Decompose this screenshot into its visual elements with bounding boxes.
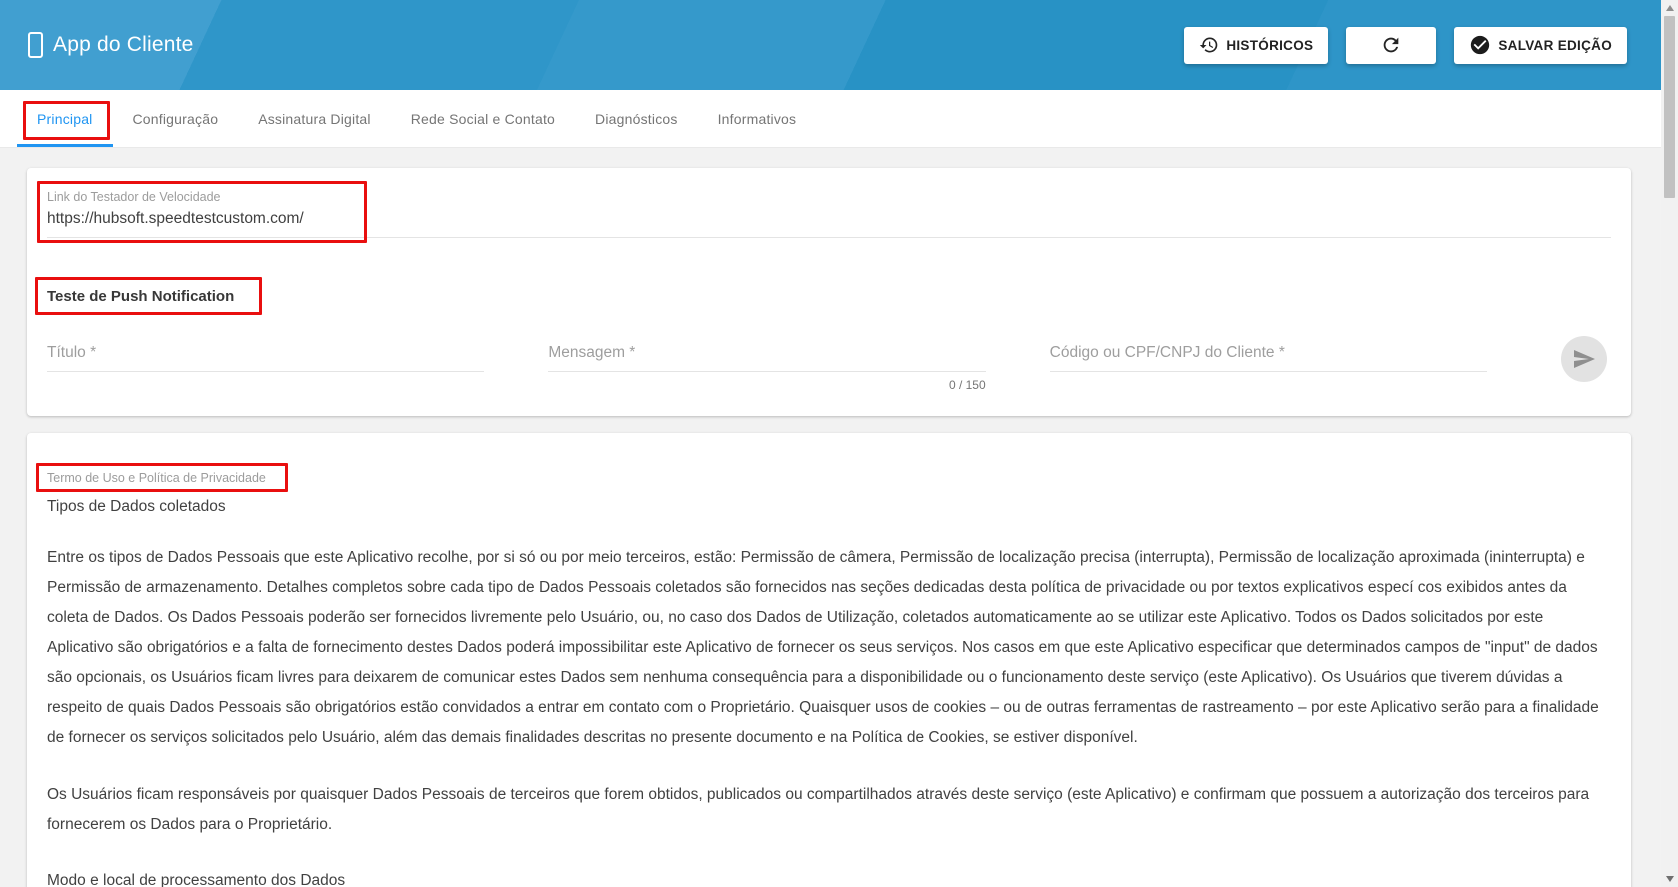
terms-paragraph-1: Entre os tipos de Dados Pessoais que est… (47, 549, 1599, 746)
terms-line-1: Modo e local de processamento dos Dados (47, 872, 346, 887)
push-notification-card: Link do Testador de Velocidade Teste de … (27, 168, 1631, 416)
titulo-input[interactable] (47, 340, 485, 372)
mensagem-char-counter: 0 / 150 (948, 378, 986, 392)
salvar-edicao-button-label: SALVAR EDIÇÃO (1498, 37, 1612, 53)
refresh-button[interactable] (1346, 26, 1437, 64)
tabbar: Principal Configuração Assinatura Digita… (0, 90, 1661, 148)
app-title: App do Cliente (28, 32, 194, 58)
tab-label: Configuração (132, 110, 219, 127)
terms-label: Termo de Uso e Política de Privacidade (47, 471, 266, 485)
terms-subsection: Modo e local de processamento dos Dados … (47, 867, 1611, 887)
tab-informativos[interactable]: Informativos (698, 90, 817, 147)
terms-card: Termo de Uso e Política de Privacidade T… (27, 433, 1631, 887)
push-section-title-wrap: Teste de Push Notification (35, 277, 263, 315)
scrollbar-thumb[interactable] (1664, 16, 1675, 198)
titulo-field (47, 340, 485, 372)
tab-configuracao[interactable]: Configuração (113, 90, 239, 147)
app-window: App do Cliente HISTÓRICOS SALVAR EDIÇÃO … (0, 0, 1678, 887)
tab-label: Assinatura Digital (258, 110, 371, 127)
tab-label: Rede Social e Contato (410, 110, 556, 127)
tab-assinatura-digital[interactable]: Assinatura Digital (238, 90, 391, 147)
salvar-edicao-button[interactable]: SALVAR EDIÇÃO (1454, 26, 1627, 64)
smartphone-icon (28, 32, 43, 58)
history-icon (1199, 35, 1219, 55)
app-header: App do Cliente HISTÓRICOS SALVAR EDIÇÃO (0, 0, 1661, 90)
codigo-field (1049, 340, 1487, 372)
header-actions: HISTÓRICOS SALVAR EDIÇÃO (1184, 26, 1627, 64)
refresh-icon (1380, 34, 1402, 56)
codigo-input[interactable] (1049, 340, 1487, 372)
speed-test-link-label: Link do Testador de Velocidade (47, 190, 221, 204)
app-title-text: App do Cliente (53, 33, 194, 56)
tab-diagnosticos[interactable]: Diagnósticos (575, 90, 698, 147)
send-icon (1572, 347, 1596, 371)
terms-paragraph-2: Os Usuários ficam responsáveis por quais… (47, 786, 1590, 833)
main-content: Link do Testador de Velocidade Teste de … (0, 148, 1661, 887)
scroll-up-arrow-icon[interactable] (1665, 5, 1674, 11)
tab-rede-social-e-contato[interactable]: Rede Social e Contato (391, 90, 575, 147)
push-fields-row: 0 / 150 (47, 336, 1611, 392)
terms-heading: Tipos de Dados coletados (47, 498, 226, 515)
tab-principal[interactable]: Principal (17, 90, 113, 147)
push-section-title: Teste de Push Notification (47, 288, 235, 305)
scroll-down-arrow-icon[interactable] (1665, 876, 1674, 882)
speed-test-link-field: Link do Testador de Velocidade (37, 181, 1611, 243)
send-push-button[interactable] (1560, 336, 1607, 382)
terms-text: Entre os tipos de Dados Pessoais que est… (47, 543, 1611, 887)
historicos-button-label: HISTÓRICOS (1226, 37, 1314, 53)
check-circle-icon (1469, 34, 1491, 56)
mensagem-field: 0 / 150 (548, 340, 986, 392)
mensagem-input[interactable] (548, 340, 986, 372)
speed-test-link-input[interactable] (47, 206, 1611, 238)
tab-label: Diagnósticos (595, 110, 678, 127)
historicos-button[interactable]: HISTÓRICOS (1184, 26, 1329, 64)
tab-label: Principal (37, 110, 93, 127)
tab-label: Informativos (717, 110, 797, 127)
vertical-scrollbar[interactable] (1661, 0, 1678, 887)
terms-label-wrap: Termo de Uso e Política de Privacidade (36, 463, 288, 492)
